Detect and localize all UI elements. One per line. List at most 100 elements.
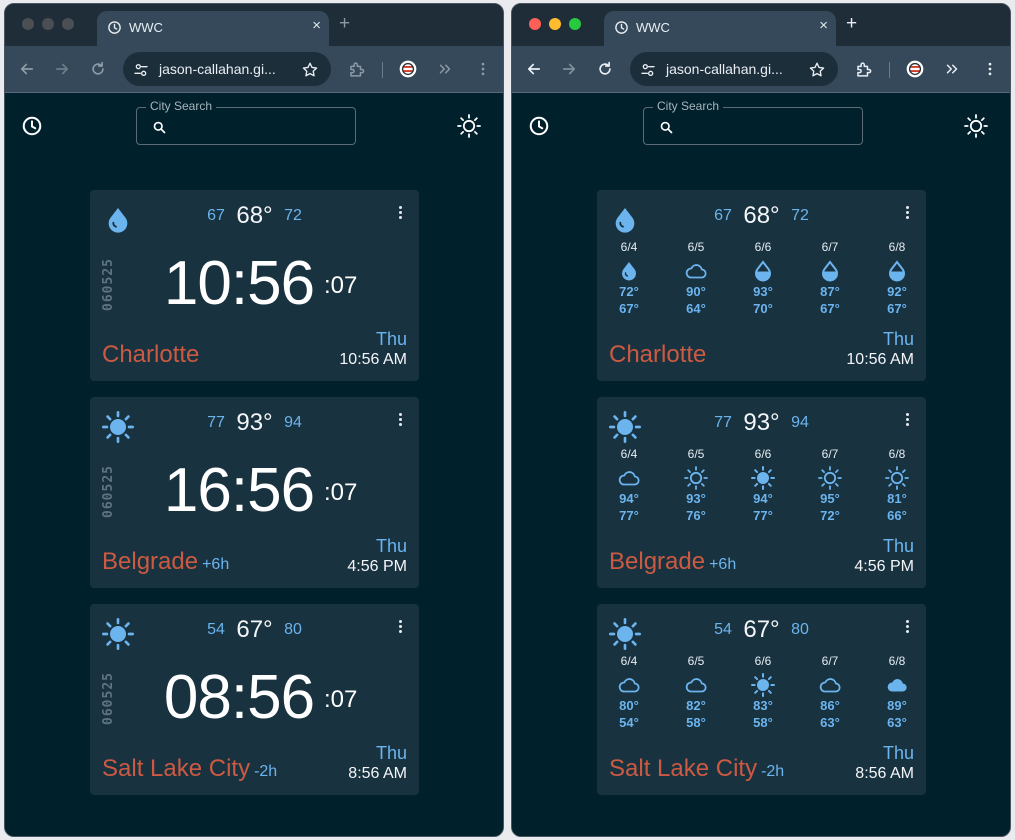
forecast-low: 54° [619, 715, 639, 730]
clock-icon[interactable] [21, 115, 43, 142]
cloud-icon [810, 673, 850, 697]
window-maximize-button[interactable] [62, 18, 74, 30]
forecast-day: 6/8 81° 66° [877, 447, 917, 524]
forecast-date: 6/6 [754, 240, 772, 254]
city-search-input[interactable]: City Search [136, 99, 356, 145]
forecast-day: 6/7 95° 72° [810, 447, 850, 524]
search-icon [152, 120, 167, 140]
tab-close-button[interactable]: × [819, 17, 828, 34]
forecast-high: 83° [753, 698, 773, 713]
temp-current: 93° [743, 409, 780, 436]
tab-close-button[interactable]: × [312, 17, 321, 34]
city-name-text: Belgrade [609, 548, 706, 575]
forecast-row: 6/4 72° 67° 6/5 90° 64° 6/6 93° 70° 6/7 … [597, 240, 926, 326]
forecast-day: 6/4 94° 77° [609, 447, 649, 524]
forecast-date: 6/5 [687, 240, 705, 254]
reload-icon[interactable] [89, 60, 107, 83]
back-arrow-icon[interactable] [18, 60, 36, 83]
site-info-icon[interactable] [133, 62, 149, 83]
city-name: Salt Lake City -2h [609, 755, 784, 783]
site-info-icon[interactable] [640, 62, 656, 83]
extensions-icon[interactable] [854, 60, 873, 84]
forecast-day: 6/4 80° 54° [609, 654, 649, 731]
window-close-button[interactable] [529, 18, 541, 30]
clock-hours-minutes: 10:56 [163, 249, 315, 318]
forecast-high: 93° [753, 284, 773, 299]
clock-icon[interactable] [528, 115, 550, 142]
app-page: City Search 67 68° 72 060525 10:56:07 Char… [5, 93, 503, 836]
profile-avatar-icon[interactable] [905, 59, 925, 84]
forecast-high: 72° [619, 284, 639, 299]
forward-arrow-icon[interactable] [53, 60, 71, 83]
forecast-day: 6/5 90° 64° [676, 240, 716, 317]
forecast-day: 6/4 72° 67° [609, 240, 649, 317]
card-menu-button[interactable] [906, 413, 910, 428]
browser-tab[interactable]: WWC × [97, 11, 329, 46]
forecast-low: 64° [686, 301, 706, 316]
browser-menu-icon[interactable] [474, 60, 492, 83]
theme-toggle-sun-icon[interactable] [964, 114, 988, 143]
card-menu-button[interactable] [906, 620, 910, 635]
toolbar-separator [382, 62, 383, 78]
forecast-day: 6/7 87° 67° [810, 240, 850, 317]
extensions-icon[interactable] [347, 60, 366, 84]
bookmark-star-icon[interactable] [808, 61, 826, 84]
bookmark-star-icon[interactable] [301, 61, 319, 84]
forecast-high: 92° [887, 284, 907, 299]
address-bar[interactable]: jason-callahan.gi... [630, 52, 838, 86]
window-minimize-button[interactable] [549, 18, 561, 30]
address-bar[interactable]: jason-callahan.gi... [123, 52, 331, 86]
window-minimize-button[interactable] [42, 18, 54, 30]
clock-hours-minutes: 16:56 [163, 456, 315, 525]
forecast-date: 6/7 [821, 447, 839, 461]
city-search-input[interactable]: City Search [643, 99, 863, 145]
card-menu-button[interactable] [399, 620, 403, 635]
reload-icon[interactable] [596, 60, 614, 83]
forecast-row: 6/4 80° 54° 6/5 82° 58° 6/6 83° 58° 6/7 … [597, 654, 926, 740]
temp-current: 93° [236, 409, 273, 436]
forecast-day: 6/7 86° 63° [810, 654, 850, 731]
browser-menu-icon[interactable] [981, 60, 999, 83]
tab-title: WWC [129, 20, 163, 35]
city-card: 67 68° 72 6/4 72° 67° 6/5 90° 64° 6/6 93… [597, 190, 926, 381]
cloud-icon [676, 673, 716, 697]
forecast-date: 6/4 [620, 447, 638, 461]
city-name: Belgrade +6h [102, 548, 229, 576]
chevrons-icon[interactable] [436, 60, 454, 83]
new-tab-button[interactable]: + [339, 13, 350, 35]
forecast-date: 6/7 [821, 240, 839, 254]
weekday: Thu [882, 329, 914, 349]
temp-high: 72 [791, 207, 809, 224]
local-time: 10:56 AM [339, 351, 407, 368]
window-maximize-button[interactable] [569, 18, 581, 30]
forecast-low: 67° [820, 301, 840, 316]
profile-avatar-icon[interactable] [398, 59, 418, 84]
forecast-high: 89° [887, 698, 907, 713]
forward-arrow-icon[interactable] [560, 60, 578, 83]
forecast-date: 6/8 [888, 240, 906, 254]
card-menu-button[interactable] [399, 206, 403, 221]
chevrons-icon[interactable] [943, 60, 961, 83]
forecast-day: 6/5 82° 58° [676, 654, 716, 731]
date-code-text: 060525 [100, 464, 116, 518]
temperature-row: 67 68° 72 [597, 202, 926, 230]
app-page: City Search 67 68° 72 6/4 72° 67° 6/5 90… [512, 93, 1010, 836]
city-name: Charlotte [609, 341, 710, 369]
browser-tab[interactable]: WWC × [604, 11, 836, 46]
temperature-row: 77 93° 94 [597, 409, 926, 437]
tab-strip: WWC × + [5, 4, 503, 46]
date-code: 060525 [94, 461, 122, 521]
sun-outline-icon [877, 466, 917, 490]
back-arrow-icon[interactable] [525, 60, 543, 83]
drop-half-icon [743, 259, 783, 283]
forecast-date: 6/6 [754, 654, 772, 668]
theme-toggle-sun-icon[interactable] [457, 114, 481, 143]
city-name: Charlotte [102, 341, 203, 369]
card-menu-button[interactable] [906, 206, 910, 221]
forecast-low: 76° [686, 508, 706, 523]
new-tab-button[interactable]: + [846, 13, 857, 35]
city-name-text: Salt Lake City [609, 755, 758, 782]
window-close-button[interactable] [22, 18, 34, 30]
card-menu-button[interactable] [399, 413, 403, 428]
forecast-date: 6/5 [687, 654, 705, 668]
